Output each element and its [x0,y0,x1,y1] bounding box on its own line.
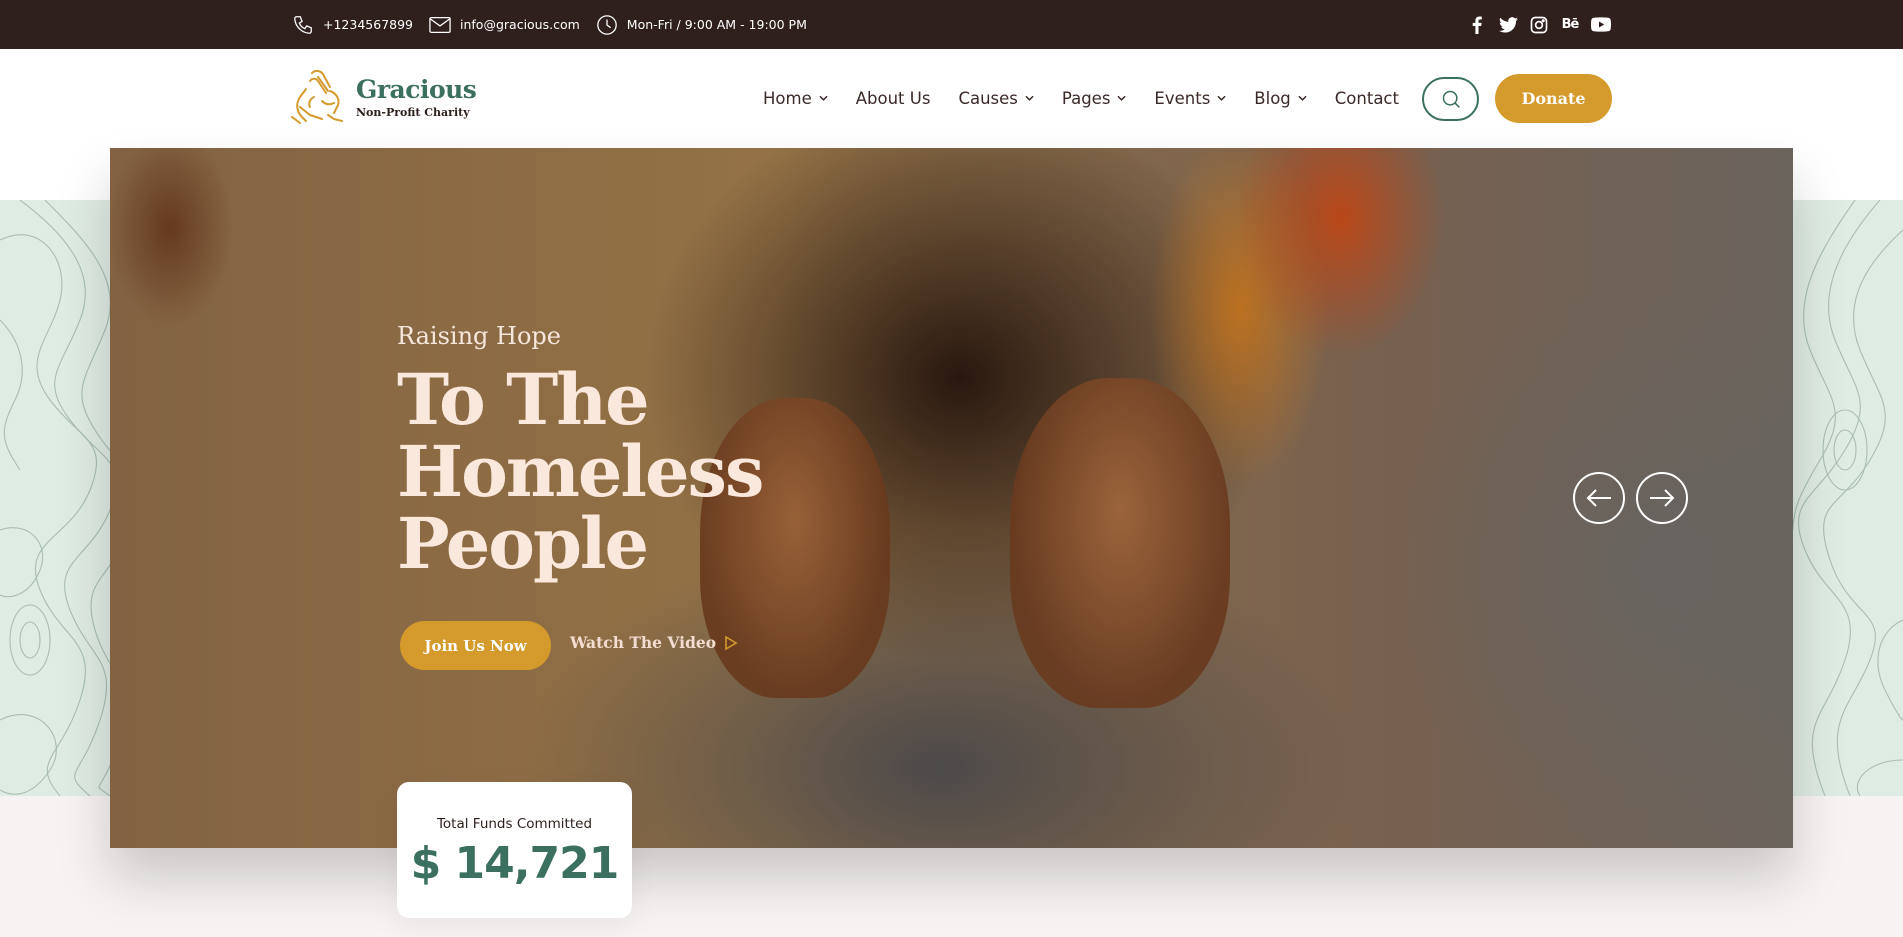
nav-item-label: Blog [1254,88,1291,108]
play-icon [725,635,738,650]
hero-text: Raising Hope To The Homeless People [397,322,817,580]
funds-label: Total Funds Committed [436,816,593,832]
nav-item-label: Home [763,88,812,108]
hero-headline: To The Homeless People [397,358,764,585]
instagram-icon[interactable] [1529,15,1549,35]
facebook-icon[interactable] [1467,15,1487,35]
arrow-left-icon [1586,489,1611,507]
logo-tagline: Non-Profit Charity [356,106,470,119]
nav-item-label: Causes [958,88,1018,108]
phone-number: +1234567899 [323,17,414,32]
logo-name: Gracious [356,75,477,104]
opening-hours: Mon-Fri / 9:00 AM - 19:00 PM [596,14,807,36]
phone-icon [294,15,312,34]
hero-slide-image [110,148,1793,848]
behance-icon[interactable]: Bē [1560,15,1580,35]
watch-video-link[interactable]: Watch The Video [570,633,738,652]
mail-icon [429,16,451,33]
main-nav: Home About Us Causes Pages Events Blog C… [763,73,1427,123]
phone-contact[interactable]: +1234567899 [292,14,413,36]
nav-item-about-us[interactable]: About Us [856,89,931,108]
nav-item-causes[interactable]: Causes [958,88,1034,108]
chevron-down-icon [1025,95,1034,101]
chevron-down-icon [1117,95,1127,101]
chevron-down-icon [819,95,828,101]
nav-item-home[interactable]: Home [763,89,828,108]
join-us-button[interactable]: Join Us Now [400,621,551,670]
arrow-right-icon [1650,489,1675,507]
chevron-down-icon [1217,95,1226,101]
search-button[interactable] [1422,77,1479,121]
chevron-down-icon [1298,95,1307,101]
nav-item-label: About Us [855,88,931,108]
nav-item-pages[interactable]: Pages [1062,89,1127,108]
hours-text: Mon-Fri / 9:00 AM - 19:00 PM [626,17,807,32]
watch-video-label: Watch The Video [570,633,717,652]
search-icon [1442,90,1460,108]
social-links: Bē [1467,0,1611,49]
nav-item-contact[interactable]: Contact [1335,89,1399,108]
nav-item-label: Pages [1061,88,1111,108]
email-address: info@gracious.com [460,17,580,32]
twitter-icon[interactable] [1498,15,1518,35]
logo[interactable]: Gracious Non-Profit Charity [290,67,477,129]
email-contact[interactable]: info@gracious.com [429,16,580,34]
youtube-icon[interactable] [1591,15,1611,35]
hero-kicker: Raising Hope [397,322,561,350]
slider-next-button[interactable] [1636,472,1688,524]
funds-card: Total Funds Committed $ 14,721 [397,782,632,918]
funds-amount: $ 14,721 [410,838,620,889]
hero-photo-detail [1010,378,1230,708]
hands-logo-icon [291,69,343,124]
nav-item-blog[interactable]: Blog [1254,88,1307,108]
donate-button[interactable]: Donate [1495,74,1612,123]
top-bar: +1234567899 info@gracious.com Mon-Fri / … [0,0,1903,49]
clock-icon [596,14,617,35]
slider-prev-button[interactable] [1573,472,1625,524]
nav-item-label: Events [1154,88,1211,108]
nav-item-label: Contact [1334,88,1399,108]
nav-item-events[interactable]: Events [1154,89,1226,108]
